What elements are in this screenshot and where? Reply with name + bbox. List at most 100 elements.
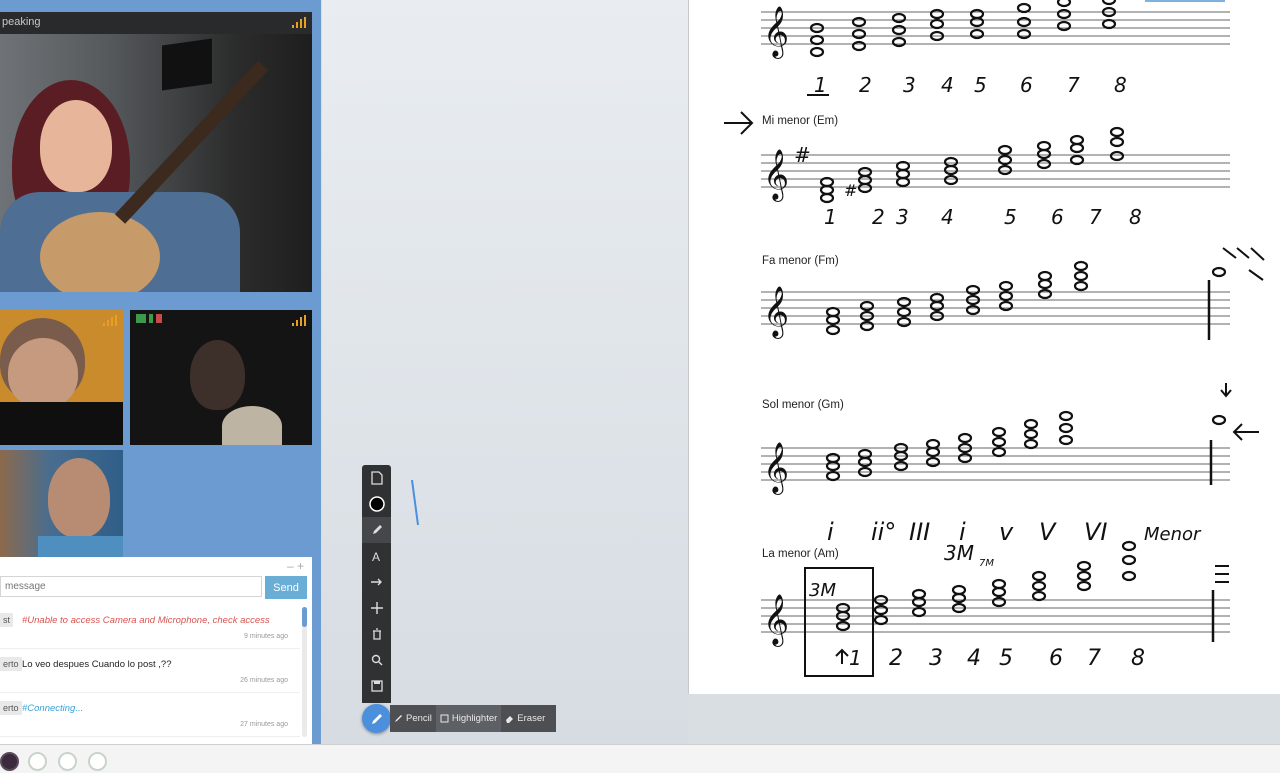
chord-note (1023, 428, 1039, 440)
eraser-option[interactable]: Eraser (501, 705, 549, 732)
chord-note (1031, 570, 1047, 582)
chord-note (965, 304, 981, 316)
highlighter-option[interactable]: Highlighter (435, 705, 502, 732)
new-page-icon[interactable] (362, 465, 391, 491)
handwritten-number: 4 (967, 646, 981, 671)
chord-note (1109, 150, 1125, 162)
chord-note (1016, 16, 1032, 28)
participant-video-3[interactable] (0, 450, 123, 557)
section-title-fm: Fa menor (Fm) (762, 255, 839, 267)
chord-note (1037, 278, 1053, 290)
move-icon[interactable] (362, 595, 391, 621)
chat-message: erto #Connecting... 27 minutes ago (0, 693, 300, 737)
chat-scrollbar[interactable] (302, 607, 307, 737)
hand-arrows (1220, 383, 1259, 441)
participant-avatar[interactable] (58, 752, 77, 771)
chord-note (851, 16, 867, 28)
chord-note (825, 314, 841, 326)
handwritten-number: 8 (1131, 646, 1145, 671)
chord-note (997, 164, 1013, 176)
message-time: 26 minutes ago (240, 677, 288, 684)
participant-video-1[interactable] (0, 310, 123, 445)
chord-note (991, 586, 1007, 598)
chord-note (809, 34, 825, 46)
video-topbar: peaking (0, 12, 312, 34)
handwritten-number: 8 (1129, 205, 1142, 229)
chord-note (929, 300, 945, 312)
chord-note (825, 452, 841, 464)
pencil-options-bar: Pencil Highlighter Eraser (390, 705, 556, 732)
chat-resize-controls[interactable]: – + (287, 559, 304, 573)
chord-note (1037, 270, 1053, 282)
text-icon[interactable]: A (362, 543, 391, 569)
eraser-icon (506, 716, 514, 723)
pencil-tool-button[interactable] (362, 704, 391, 733)
chord-note (896, 316, 912, 328)
chord-note (1031, 590, 1047, 602)
handwritten-number: 6 (1020, 73, 1033, 97)
chord-note (896, 296, 912, 308)
zoom-icon[interactable] (362, 647, 391, 673)
participant-avatar[interactable] (0, 752, 19, 771)
chat-panel: – + Send st #Unable to access Camera and… (0, 557, 312, 744)
chord-note (857, 448, 873, 460)
participant-video-2[interactable] (130, 310, 312, 445)
chord-note (1109, 126, 1125, 138)
chord-note (1076, 580, 1092, 592)
chord-note (825, 460, 841, 472)
chord-note (951, 592, 967, 604)
pencil-option[interactable]: Pencil (390, 705, 436, 732)
main-video-feed[interactable]: peaking (0, 12, 312, 292)
handwritten-number: 7 (1089, 205, 1102, 229)
arrow-icon[interactable] (362, 569, 391, 595)
pencil-icon[interactable] (362, 517, 391, 543)
delete-icon[interactable] (362, 621, 391, 647)
chord-note (997, 144, 1013, 156)
chord-note (957, 432, 973, 444)
treble-clef: 𝄞 (763, 594, 789, 647)
handwritten-number: 4 (941, 73, 954, 97)
hand-arrow (724, 111, 754, 135)
participant-face (8, 338, 78, 408)
chord-note (825, 306, 841, 318)
chord-note (851, 40, 867, 52)
participant-avatar[interactable] (28, 752, 47, 771)
camera-icon (136, 314, 146, 323)
chord-note (1121, 570, 1137, 582)
message-sender: st (0, 613, 14, 627)
mic-icon (149, 314, 153, 323)
handwritten-annotation: 3M (809, 580, 836, 601)
message-text: #Connecting... (22, 703, 84, 714)
chord-note (1058, 410, 1074, 422)
chord-note (809, 46, 825, 58)
chord-note (929, 8, 945, 20)
chat-message-input[interactable] (0, 576, 262, 597)
color-picker-icon[interactable] (362, 491, 391, 517)
hand-arrow (835, 648, 849, 664)
chord-note (911, 606, 927, 618)
participant-avatar[interactable] (88, 752, 107, 771)
handwritten-number: 3 (929, 646, 943, 671)
handwritten-number: 1 (814, 73, 827, 97)
chord-note (896, 306, 912, 318)
message-text: #Unable to access Camera and Microphone,… (22, 615, 270, 626)
chord-note (891, 12, 907, 24)
chord-note (991, 446, 1007, 458)
guitar-body (40, 212, 160, 292)
chord-note (957, 452, 973, 464)
handwritten-annotation: 7M (979, 558, 994, 569)
send-button[interactable]: Send (265, 576, 307, 599)
chord-note (991, 426, 1007, 438)
chord-note (851, 28, 867, 40)
handwritten-number: 8 (1114, 73, 1127, 97)
staff-drawing: 𝄞1 2 3 4 5 6 7 8𝄞 ##1 2 3 4 5 6 7 8𝄞𝄞i ii° III i v V VI Menor𝄞… (724, 0, 1265, 677)
save-icon[interactable] (362, 673, 391, 699)
handwritten-number: 7 (1087, 646, 1101, 671)
chord-note (1036, 148, 1052, 160)
message-sender: erto (0, 701, 22, 715)
participant-guitar (222, 406, 282, 445)
video-panel: peaking – + message Send st #Unable to a… (0, 0, 321, 744)
music-sheet[interactable]: 𝄞 1 2 3 4 5 6 7 8 𝄞 # #1 2 3 4 5 6 7 8 𝄞 𝄞 i ii° III i v V VI Menor 𝄞… (688, 0, 1280, 694)
chord-note (825, 324, 841, 336)
chord-note (929, 292, 945, 304)
